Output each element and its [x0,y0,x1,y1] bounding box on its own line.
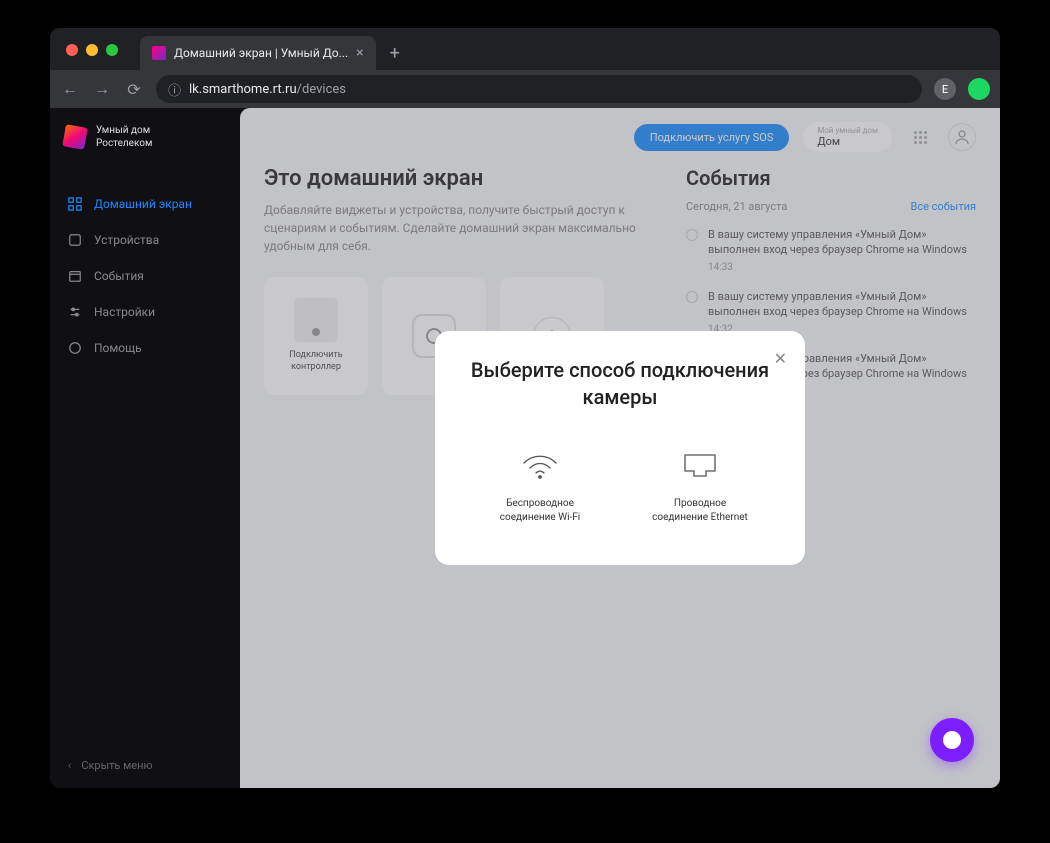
sidebar-item-help[interactable]: Помощь [50,330,240,366]
sidebar-item-devices[interactable]: Устройства [50,222,240,258]
sidebar-item-settings[interactable]: Настройки [50,294,240,330]
modal-title: Выберите способ подключения камеры [459,357,781,411]
sidebar-nav: Домашний экран Устройства События [50,186,240,743]
sidebar-item-label: Устройства [94,233,159,247]
url-path: /devices [297,82,346,97]
sidebar-item-label: Настройки [94,305,155,319]
brand-text: Умный дом Ростелеком [96,124,152,150]
minimize-window[interactable] [86,44,98,56]
back-button[interactable]: ← [60,79,80,99]
browser-tab[interactable]: Домашний экран | Умный До... × [140,36,376,70]
forward-button[interactable]: → [92,79,112,99]
main-content: Подключить услугу SOS Мой умный дом Дом … [240,108,1000,788]
help-icon [68,341,82,355]
close-icon[interactable]: ✕ [774,349,787,368]
option-label: Беспроводное соединение Wi-Fi [485,497,595,525]
maximize-window[interactable] [106,44,118,56]
sidebar-item-label: Домашний экран [94,197,192,211]
brand-logo-icon [62,124,87,149]
new-tab-button[interactable]: + [376,36,414,70]
devices-icon [68,233,82,247]
app-root: Умный дом Ростелеком Домашний экран Устр… [50,108,1000,788]
url-field[interactable]: ⓘ lk.smarthome.rt.ru/devices [156,75,922,103]
connection-modal: ✕ Выберите способ подключения камеры Бес… [435,331,805,565]
brand[interactable]: Умный дом Ростелеком [50,108,240,166]
option-ethernet[interactable]: Проводное соединение Ethernet [645,451,755,525]
tab-bar: Домашний экран | Умный До... × + [50,28,1000,70]
reload-button[interactable]: ⟳ [124,80,144,99]
sidebar-item-home[interactable]: Домашний экран [50,186,240,222]
chevron-left-icon: ‹ [68,759,71,772]
calendar-icon [68,269,82,283]
sliders-icon [68,305,82,319]
sidebar-item-events[interactable]: События [50,258,240,294]
window-controls [66,44,118,56]
url-host: lk.smarthome.rt.ru [189,82,297,97]
wifi-icon [520,451,560,481]
close-tab-icon[interactable]: × [356,45,363,61]
collapse-menu[interactable]: ‹ Скрыть меню [50,743,240,788]
site-info-icon[interactable]: ⓘ [168,80,181,99]
ethernet-icon [680,451,720,481]
browser-window: Домашний экран | Умный До... × + ← → ⟳ ⓘ… [50,28,1000,788]
address-bar: ← → ⟳ ⓘ lk.smarthome.rt.ru/devices E [50,70,1000,108]
sidebar-item-label: Помощь [94,341,142,355]
sidebar: Умный дом Ростелеком Домашний экран Устр… [50,108,240,788]
option-wifi[interactable]: Беспроводное соединение Wi-Fi [485,451,595,525]
home-icon [68,197,82,211]
extension-icon[interactable] [968,78,990,100]
tab-title: Домашний экран | Умный До... [174,46,348,60]
chat-fab[interactable] [930,718,974,762]
tab-favicon [152,46,166,60]
modal-overlay[interactable]: ✕ Выберите способ подключения камеры Бес… [240,108,1000,788]
sidebar-item-label: События [94,269,144,283]
profile-badge[interactable]: E [934,78,956,100]
close-window[interactable] [66,44,78,56]
option-label: Проводное соединение Ethernet [645,497,755,525]
